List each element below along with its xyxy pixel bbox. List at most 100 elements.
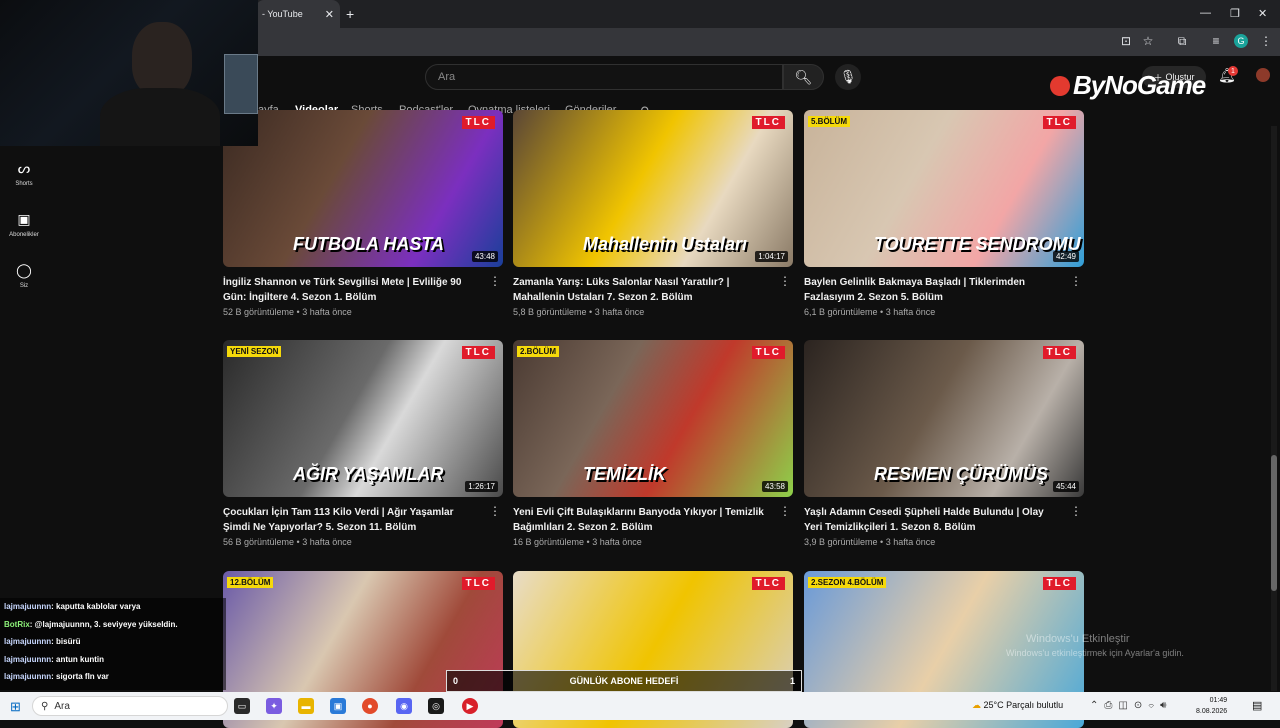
chat-text: : @lajmajuunnn, 3. seviyeye yükseldin.: [29, 619, 178, 629]
video-card[interactable]: TLC FUTBOLA HASTA 43:48 İngiliz Shannon ve …: [223, 110, 503, 317]
thumbnail-title-text: Mahallenin Ustaları: [583, 234, 748, 254]
goal-current: 0: [453, 676, 459, 686]
video-card[interactable]: TLC 5.BÖLÜM TOURETTE SENDROMU 42:49 Baylen G…: [804, 110, 1084, 317]
more-actions-icon[interactable]: ⋮: [779, 504, 791, 518]
you-icon: ◯: [16, 262, 32, 278]
video-thumbnail[interactable]: TLC Mahallenin Ustaları 1:04:17: [513, 110, 793, 267]
video-thumbnail[interactable]: TLC RESMEN ÇÜRÜMÜŞ 45:44: [804, 340, 1084, 497]
video-thumbnail[interactable]: TLC 2.BÖLÜM TEMİZLİK 43:58: [513, 340, 793, 497]
more-actions-icon[interactable]: ⋮: [779, 274, 791, 288]
restore-icon[interactable]: ❐: [1230, 7, 1240, 20]
weather-widget[interactable]: ☁ 25°C Parçalı bulutlu: [972, 700, 1063, 711]
more-actions-icon[interactable]: ⋮: [1070, 504, 1082, 518]
shorts-icon: ᔕ: [17, 160, 31, 176]
video-card[interactable]: TLC RESMEN ÇÜRÜMÜŞ 45:44 Yaşlı Adamın Cesed…: [804, 340, 1084, 547]
video-thumbnail[interactable]: TLC 5.BÖLÜM TOURETTE SENDROMU 42:49: [804, 110, 1084, 267]
chat-username: BotRix: [4, 619, 30, 629]
task-view-icon[interactable]: ▭: [234, 698, 250, 714]
bookmark-star-icon[interactable]: ☆: [1140, 33, 1156, 49]
media-app-icon[interactable]: ▶: [462, 698, 478, 714]
video-title[interactable]: İngiliz Shannon ve Türk Sevgilisi Mete |…: [223, 275, 503, 305]
system-tray-icons[interactable]: ⌃⎙◫⊙⌔🔊︎: [1090, 700, 1172, 711]
video-duration: 43:58: [761, 481, 788, 492]
activation-watermark-subtitle: Windows'u etkinleştirmek için Ayarlar'a …: [1006, 648, 1184, 658]
tlc-logo: TLC: [1042, 577, 1076, 590]
file-explorer-icon[interactable]: ▬: [298, 698, 314, 714]
video-card[interactable]: TLC YENİ SEZON AĞIR YAŞAMLAR 1:26:17 Çocukla…: [223, 340, 503, 547]
video-title[interactable]: Baylen Gelinlik Bakmaya Başladı | Tikler…: [804, 275, 1084, 305]
chat-username: lajmajuunnn: [4, 654, 52, 664]
tab-close-icon[interactable]: ✕: [325, 8, 334, 21]
minimize-icon[interactable]: —: [1200, 7, 1211, 19]
extensions-icon[interactable]: ⧉: [1174, 33, 1190, 49]
sponsor-logo-overlay: ByNoGame: [1050, 70, 1206, 101]
goal-label: GÜNLÜK ABONE HEDEFİ: [569, 676, 679, 686]
thumbnail-title-text: RESMEN ÇÜRÜMÜŞ: [874, 464, 1049, 484]
search-input[interactable]: Ara: [425, 64, 783, 90]
video-duration: 1:04:17: [755, 251, 788, 262]
tlc-logo: TLC: [1042, 346, 1076, 359]
notification-count-badge: 1: [1228, 66, 1238, 76]
voice-search-button[interactable]: 🎙︎: [835, 64, 861, 90]
weather-icon: ☁: [972, 700, 981, 710]
discord-icon[interactable]: ◉: [396, 698, 412, 714]
video-card[interactable]: TLC Mahallenin Ustaları 1:04:17 Zamanla Yar…: [513, 110, 793, 317]
goal-target: 1: [789, 676, 795, 686]
chat-text: : sigorta fln var: [51, 672, 109, 681]
tab-title: - YouTube: [262, 9, 303, 19]
window-close-icon[interactable]: ✕: [1258, 7, 1267, 20]
guide-item-abonelikler[interactable]: ▣ Abonelikler: [0, 211, 48, 238]
subscriber-goal-bar: 0 GÜNLÜK ABONE HEDEFİ 1: [446, 670, 802, 692]
taskbar-search-box[interactable]: ⚲ Ara: [32, 696, 228, 716]
sponsor-logo-text: ByNoGame: [1073, 70, 1206, 100]
background-monitor: [224, 54, 258, 114]
install-app-icon[interactable]: ⊡: [1118, 33, 1134, 49]
stream-chat-overlay: lajmajuunnn: kaputta kablolar varya BotRi…: [0, 598, 226, 690]
clock-time: 01:49: [1209, 697, 1228, 704]
notification-center-icon[interactable]: ▤: [1252, 699, 1262, 712]
search-button[interactable]: 🔍︎: [783, 64, 824, 90]
more-actions-icon[interactable]: ⋮: [489, 504, 501, 518]
chat-username: lajmajuunnn: [4, 637, 52, 646]
store-icon[interactable]: ▣: [330, 698, 346, 714]
video-meta: 3,9 B görüntüleme • 3 hafta önce: [804, 537, 936, 547]
video-title[interactable]: Zamanla Yarış: Lüks Salonlar Nasıl Yarat…: [513, 275, 793, 305]
copilot-icon[interactable]: ✦: [266, 698, 282, 714]
more-actions-icon[interactable]: ⋮: [489, 274, 501, 288]
subscriptions-icon: ▣: [17, 211, 31, 227]
episode-badge: 2.BÖLÜM: [517, 346, 559, 357]
guide-item-siz[interactable]: ◯ Siz: [0, 262, 48, 289]
reading-list-icon[interactable]: ≡: [1208, 33, 1224, 49]
video-duration: 45:44: [1052, 481, 1079, 492]
video-title[interactable]: Yeni Evli Çift Bulaşıklarını Banyoda Yık…: [513, 505, 793, 535]
browser-tab[interactable]: - YouTube ✕: [256, 0, 340, 28]
video-title[interactable]: Çocukları İçin Tam 113 Kilo Verdi | Ağır…: [223, 505, 503, 535]
video-meta: 6,1 B görüntüleme • 3 hafta önce: [804, 307, 936, 317]
video-thumbnail[interactable]: TLC FUTBOLA HASTA 43:48: [223, 110, 503, 267]
tlc-logo: TLC: [751, 116, 785, 129]
thumbnail-title-text: TEMİZLİK: [583, 464, 666, 484]
browser-profile-avatar[interactable]: G: [1234, 34, 1248, 48]
video-card[interactable]: TLC 2.BÖLÜM TEMİZLİK 43:58 Yeni Evli Çift Bu…: [513, 340, 793, 547]
guide-item-shorts[interactable]: ᔕ Shorts: [0, 160, 48, 187]
tlc-logo: TLC: [461, 577, 495, 590]
chat-username: lajmajuunnn: [4, 602, 52, 611]
tlc-logo: TLC: [1042, 116, 1076, 129]
obs-icon[interactable]: ◎: [428, 698, 444, 714]
chat-text: : antun kuntin: [51, 654, 105, 664]
browser-menu-icon[interactable]: ⋮: [1258, 33, 1274, 49]
more-actions-icon[interactable]: ⋮: [1070, 274, 1082, 288]
page-scrollbar-thumb[interactable]: [1271, 455, 1277, 591]
new-tab-button[interactable]: +: [346, 6, 354, 22]
clock-date: 8.08.2026: [1196, 708, 1228, 715]
windows-start-icon[interactable]: ⊞: [10, 699, 21, 715]
thumbnail-title-text: AĞIR YAŞAMLAR: [293, 464, 444, 484]
chrome-icon[interactable]: ●: [362, 698, 378, 714]
taskbar-clock[interactable]: 01:49 8.08.2026: [1196, 695, 1227, 717]
sponsor-logo-mark: [1050, 76, 1070, 96]
webcam-overlay: [0, 0, 258, 146]
video-thumbnail[interactable]: TLC YENİ SEZON AĞIR YAŞAMLAR 1:26:17: [223, 340, 503, 497]
account-avatar[interactable]: [1256, 68, 1270, 82]
page-scrollbar-track[interactable]: [1271, 126, 1277, 691]
video-title[interactable]: Yaşlı Adamın Cesedi Şüpheli Halde Bulund…: [804, 505, 1084, 535]
